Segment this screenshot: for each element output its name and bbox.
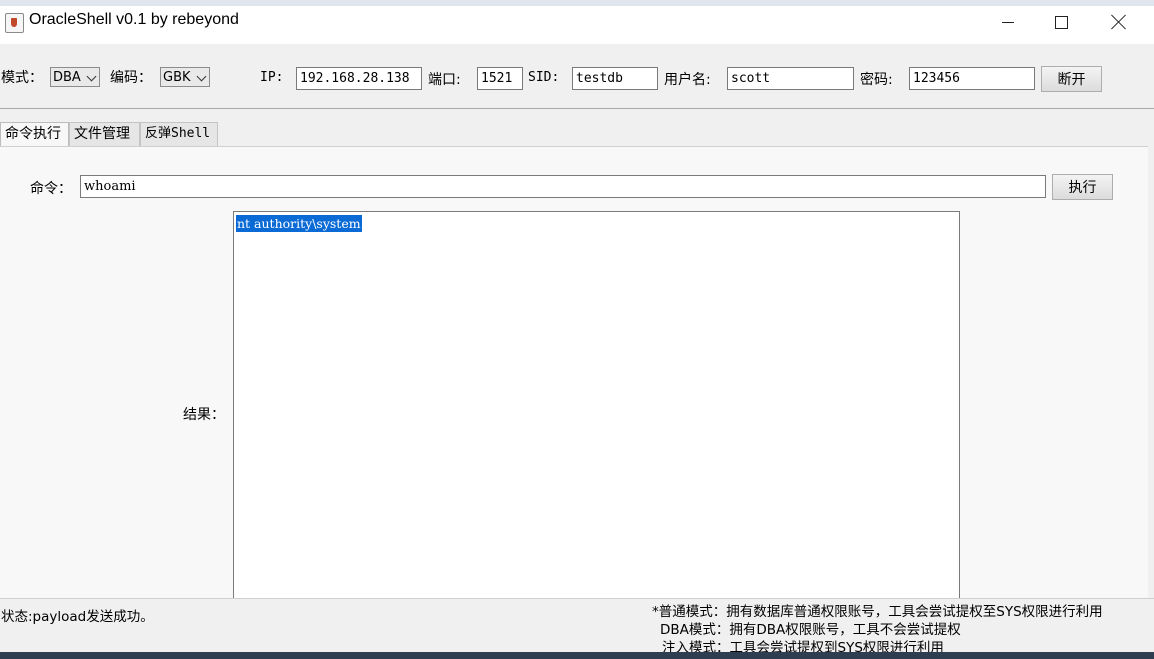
command-input[interactable]: whoami bbox=[80, 175, 1046, 198]
mode-label: 模式： bbox=[1, 70, 43, 86]
disconnect-button[interactable]: 断开 bbox=[1041, 66, 1102, 92]
port-field[interactable]: 1521 bbox=[477, 67, 523, 90]
mode-select[interactable]: DBA bbox=[50, 67, 100, 87]
chevron-down-icon bbox=[86, 71, 97, 82]
result-text: nt authority\system bbox=[236, 215, 362, 232]
encoding-select-value: GBK bbox=[163, 70, 191, 85]
port-label: 端口: bbox=[428, 72, 461, 88]
window-title: OracleShell v0.1 by rebeyond bbox=[29, 11, 239, 28]
mode-select-value: DBA bbox=[53, 70, 81, 85]
sid-label: SID: bbox=[528, 70, 560, 85]
close-button[interactable] bbox=[1096, 4, 1142, 40]
ip-field[interactable]: 192.168.28.138 bbox=[296, 67, 422, 90]
result-textarea[interactable]: nt authority\system bbox=[233, 211, 960, 603]
tab-command-exec[interactable]: 命令执行 bbox=[0, 122, 69, 147]
mode-note-normal: *普通模式：拥有数据库普通权限账号，工具会尝试提权至SYS权限进行利用 bbox=[652, 604, 1103, 620]
mode-note-dba: DBA模式：拥有DBA权限账号，工具不会尝试提权 bbox=[660, 622, 961, 638]
desktop-taskbar-edge bbox=[0, 652, 1154, 659]
tab-reverse-shell[interactable]: 反弹Shell bbox=[140, 122, 218, 146]
minimize-button[interactable] bbox=[985, 4, 1031, 40]
status-text: 状态:payload发送成功。 bbox=[1, 609, 154, 625]
ip-label: IP: bbox=[260, 70, 284, 85]
background-window-strip bbox=[0, 0, 1154, 6]
execute-button[interactable]: 执行 bbox=[1052, 174, 1113, 200]
password-field[interactable]: 123456 bbox=[909, 67, 1035, 90]
close-icon bbox=[1111, 14, 1127, 30]
maximize-icon bbox=[1054, 15, 1068, 29]
tab-file-manager[interactable]: 文件管理 bbox=[69, 122, 140, 146]
password-label: 密码: bbox=[860, 72, 893, 88]
java-app-icon bbox=[5, 13, 24, 33]
divider bbox=[0, 108, 1154, 109]
username-field[interactable]: scott bbox=[727, 67, 854, 90]
username-label: 用户名: bbox=[664, 72, 711, 88]
maximize-button[interactable] bbox=[1038, 4, 1084, 40]
encoding-select[interactable]: GBK bbox=[160, 67, 210, 87]
minimize-icon bbox=[1002, 21, 1014, 23]
result-label: 结果： bbox=[183, 407, 225, 423]
sid-field[interactable]: testdb bbox=[572, 67, 658, 90]
encoding-label: 编码： bbox=[110, 70, 152, 86]
command-label: 命令： bbox=[30, 181, 72, 197]
chevron-down-icon bbox=[196, 71, 207, 82]
